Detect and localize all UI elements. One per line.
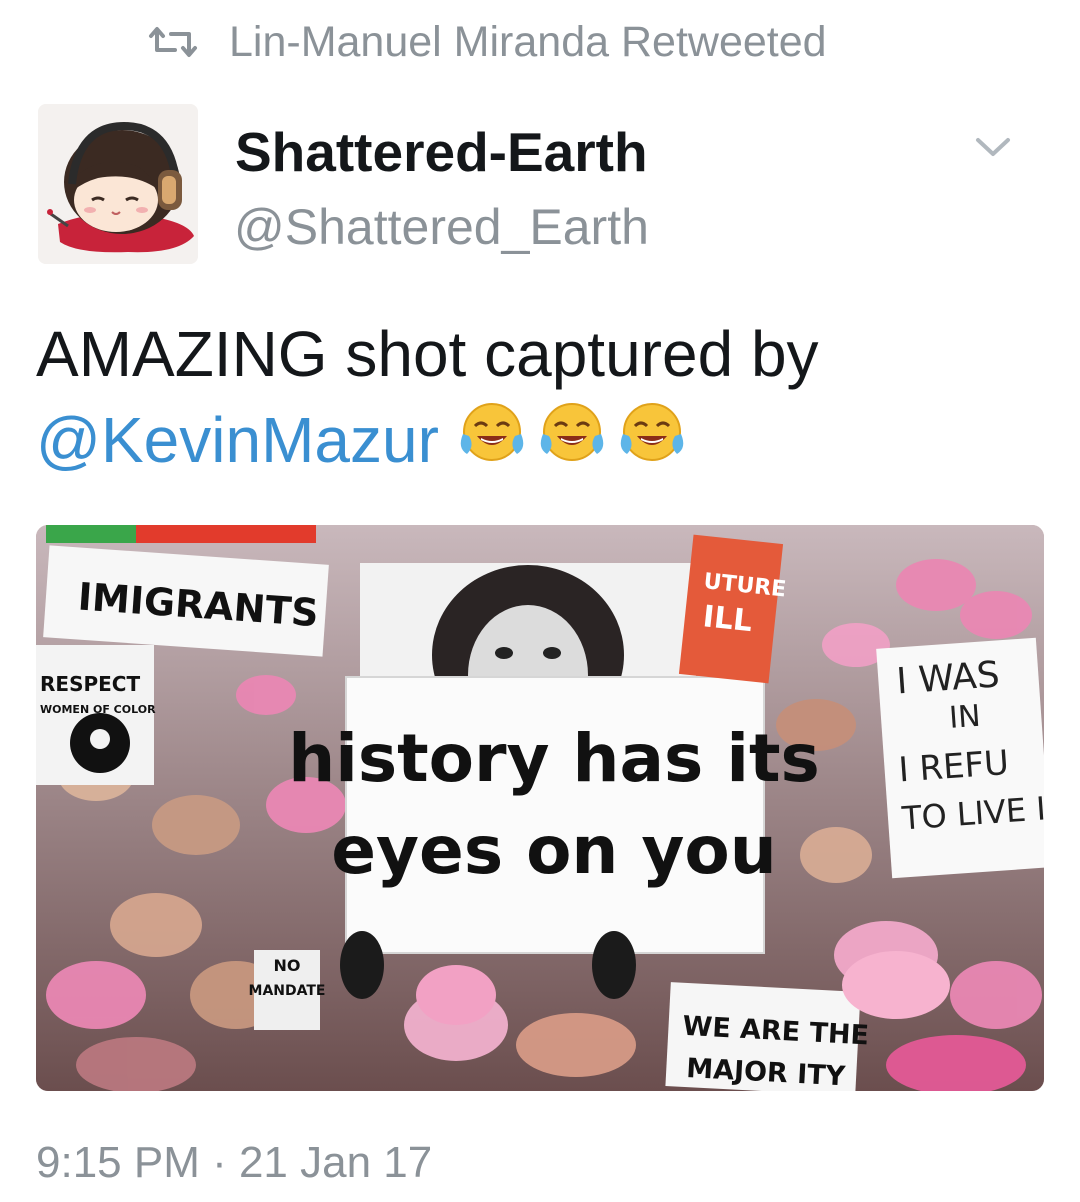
sign-right-line1: I WAS	[895, 654, 1001, 702]
sign-respect-line1: RESPECT	[40, 672, 140, 696]
retweet-icon	[145, 22, 205, 62]
retweet-header[interactable]: Lin-Manuel Miranda Retweeted	[145, 18, 827, 66]
sign-no-mandate-line2: MANDATE	[249, 983, 326, 999]
tweet-text: AMAZING shot captured by @KevinMazur	[36, 312, 1046, 482]
sign-future-line2: ILL	[701, 599, 754, 639]
author-handle[interactable]: @Shattered_Earth	[234, 198, 649, 256]
crying-laughing-emoji-icon	[460, 403, 524, 461]
sign-right-line2: IN	[948, 699, 982, 736]
sign-history-line1: history has its	[288, 720, 820, 797]
sign-history-line2: eyes on you	[331, 812, 776, 889]
tweet-text-body: AMAZING shot captured by	[36, 318, 819, 390]
crying-laughing-emoji-icon	[620, 403, 684, 461]
author-display-name[interactable]: Shattered-Earth	[235, 120, 648, 184]
tweet-timestamp[interactable]: 9:15 PM · 21 Jan 17	[36, 1138, 432, 1188]
sign-no-mandate-line1: NO	[274, 956, 301, 975]
emoji-group	[455, 396, 695, 468]
retweet-label: Lin-Manuel Miranda Retweeted	[229, 17, 827, 66]
tweet-photo[interactable]: history has its eyes on you IMIGRANTS UT…	[36, 525, 1044, 1091]
sign-right-line3: I REFU	[897, 743, 1010, 791]
chevron-down-icon[interactable]	[968, 132, 1018, 164]
crying-laughing-emoji-icon	[540, 403, 604, 461]
avatar[interactable]	[38, 104, 198, 264]
mention-link[interactable]: @KevinMazur	[36, 404, 439, 476]
